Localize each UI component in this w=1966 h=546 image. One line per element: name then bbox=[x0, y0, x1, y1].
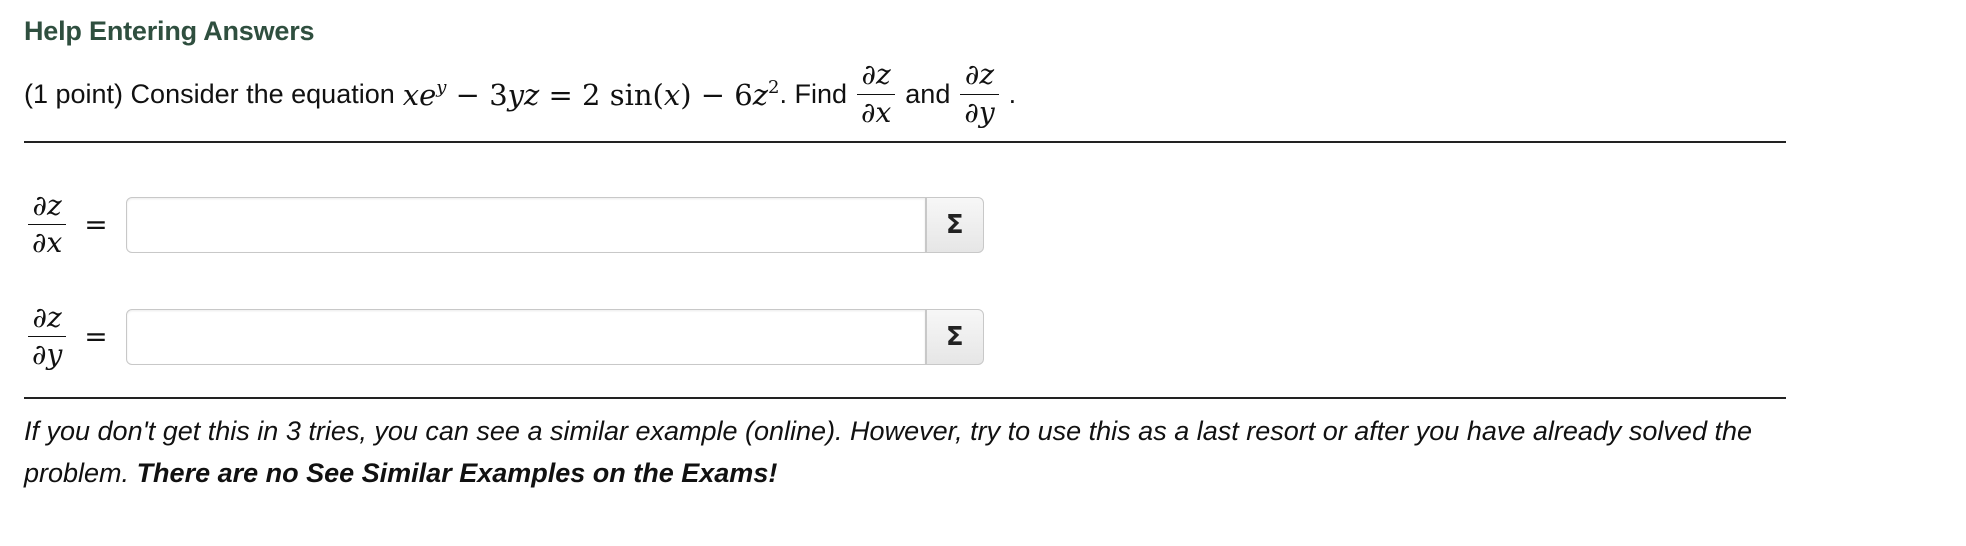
similar-example-note: If you don't get this in 3 tries, you ca… bbox=[24, 410, 1794, 494]
problem-prefix: (1 point) Consider the equation bbox=[24, 78, 395, 109]
problem-statement: (1 point) Consider the equation xey − 3y… bbox=[24, 52, 1016, 136]
problem-find-text: . Find bbox=[779, 78, 847, 109]
problem-period: . bbox=[1008, 78, 1017, 109]
answer-label-dzdx: ∂z ∂x bbox=[28, 189, 67, 259]
partial-z-y-fraction: ∂z ∂y bbox=[960, 59, 999, 128]
answer-row-dzdx: ∂z ∂x = Σ bbox=[24, 189, 984, 259]
problem-panel: Help Entering Answers (1 point) Consider… bbox=[0, 0, 1790, 500]
answer-input-dzdx[interactable] bbox=[125, 196, 926, 253]
equation-editor-button[interactable]: Σ bbox=[925, 308, 984, 365]
answer-row-dzdy: ∂z ∂y = Σ bbox=[24, 301, 984, 371]
bottom-divider bbox=[24, 397, 1786, 399]
answer-input-dzdy[interactable] bbox=[125, 308, 926, 365]
equals-sign: = bbox=[84, 320, 108, 354]
answer-label-dzdy: ∂z ∂y bbox=[28, 301, 67, 371]
problem-and-text: and bbox=[905, 78, 951, 109]
top-divider bbox=[24, 141, 1786, 143]
equation-editor-button[interactable]: Σ bbox=[925, 196, 984, 253]
help-entering-answers-link[interactable]: Help Entering Answers bbox=[24, 16, 315, 47]
partial-z-x-fraction: ∂z ∂x bbox=[857, 59, 896, 128]
note-bold-text: There are no See Similar Examples on the… bbox=[136, 458, 778, 488]
answer-input-group: Σ bbox=[125, 196, 984, 253]
problem-equation: xey − 3yz = 2 sin(x) − 6z2 bbox=[402, 76, 780, 112]
answer-input-group: Σ bbox=[125, 308, 984, 365]
equals-sign: = bbox=[84, 208, 108, 242]
